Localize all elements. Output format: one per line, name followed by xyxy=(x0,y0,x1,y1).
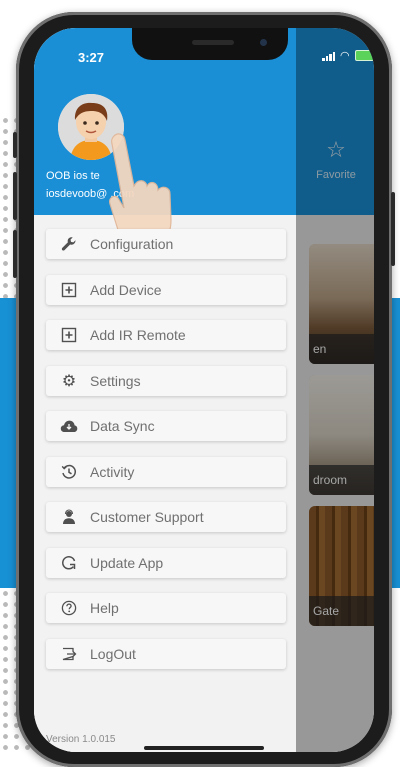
front-camera xyxy=(260,39,267,46)
drawer-menu: Configuration Add Device Add IR Remote ⚙ xyxy=(46,229,286,684)
phone-screen: ☆ Favorite en droom Gate OOB ios te iosd… xyxy=(34,28,374,752)
drawer-scrim[interactable] xyxy=(296,28,374,752)
menu-item-label: Settings xyxy=(90,372,141,389)
app-version: Version 1.0.015 xyxy=(46,734,116,745)
phone-frame: ☆ Favorite en droom Gate OOB ios te iosd… xyxy=(13,12,395,767)
menu-item-configuration[interactable]: Configuration xyxy=(46,229,286,259)
wrench-icon xyxy=(60,235,78,253)
menu-item-data-sync[interactable]: Data Sync xyxy=(46,411,286,441)
menu-item-customer-support[interactable]: Customer Support xyxy=(46,502,286,532)
phone-volume-down-button xyxy=(13,230,17,278)
menu-item-add-ir-remote[interactable]: Add IR Remote xyxy=(46,320,286,350)
status-indicators: ◠ xyxy=(322,50,374,61)
menu-item-label: Data Sync xyxy=(90,418,155,434)
cloud-sync-icon xyxy=(60,417,78,435)
gear-icon: ⚙ xyxy=(61,372,77,390)
refresh-icon xyxy=(60,554,78,572)
battery-icon xyxy=(354,50,374,61)
add-box-icon xyxy=(60,281,78,299)
wifi-icon: ◠ xyxy=(340,49,350,62)
menu-item-logout[interactable]: LogOut xyxy=(46,638,286,669)
menu-item-update-app[interactable]: Update App xyxy=(46,547,286,578)
menu-item-label: Help xyxy=(90,600,119,616)
menu-item-label: Add Device xyxy=(90,281,162,298)
phone-volume-up-button xyxy=(13,172,17,220)
status-time: 3:27 xyxy=(78,50,105,65)
help-icon xyxy=(60,599,78,617)
cellular-signal-icon xyxy=(322,51,335,61)
navigation-drawer: OOB ios te iosdevoob@ .com Configuration xyxy=(34,28,296,752)
add-box-icon xyxy=(60,326,78,344)
menu-item-label: Add IR Remote xyxy=(90,327,186,343)
notch-speaker xyxy=(192,40,234,45)
menu-item-label: Configuration xyxy=(90,236,174,252)
history-icon xyxy=(60,463,78,481)
logout-icon xyxy=(60,645,78,663)
home-indicator xyxy=(144,746,264,750)
support-icon xyxy=(60,508,78,526)
menu-item-settings[interactable]: ⚙ Settings xyxy=(46,365,286,396)
menu-item-help[interactable]: Help xyxy=(46,593,286,623)
menu-item-activity[interactable]: Activity xyxy=(46,456,286,487)
phone-side-button xyxy=(13,132,17,158)
profile-name: OOB ios te xyxy=(46,170,100,182)
phone-notch xyxy=(132,28,288,60)
menu-item-label: Customer Support xyxy=(90,509,204,525)
menu-item-add-device[interactable]: Add Device xyxy=(46,274,286,305)
menu-item-label: LogOut xyxy=(90,645,136,662)
menu-item-label: Update App xyxy=(90,554,164,571)
phone-power-button xyxy=(391,192,395,266)
menu-item-label: Activity xyxy=(90,463,135,480)
